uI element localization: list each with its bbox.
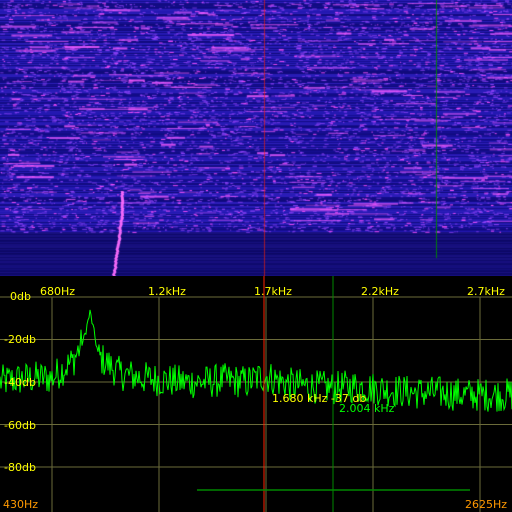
- sdr-audio-display: 0db -20db -40db -60db -80db 680Hz 1.2kHz…: [0, 0, 512, 512]
- waterfall-canvas[interactable]: [0, 0, 512, 276]
- spectrum-grid: [0, 296, 512, 512]
- db-label-minus40: -40db: [4, 376, 36, 389]
- freq-label-2-2khz: 2.2kHz: [361, 285, 399, 298]
- freq-label-1-2khz: 1.2kHz: [148, 285, 186, 298]
- db-label-0: 0db: [10, 290, 31, 303]
- db-label-minus60: -60db: [4, 419, 36, 432]
- spectrum-display[interactable]: 0db -20db -40db -60db -80db 680Hz 1.2kHz…: [0, 276, 512, 512]
- freq-label-1-7khz: 1.7kHz: [254, 285, 292, 298]
- freq-label-680hz: 680Hz: [40, 285, 75, 298]
- range-end-label: 2625Hz: [465, 498, 507, 511]
- db-label-minus80: -80db: [4, 461, 36, 474]
- db-label-minus20: -20db: [4, 333, 36, 346]
- range-start-label: 430Hz: [3, 498, 38, 511]
- spectrum-trace: [0, 309, 512, 412]
- freq-label-2-7khz: 2.7kHz: [467, 285, 505, 298]
- marker-readout: 2.004 kHz: [339, 402, 395, 415]
- waterfall-display[interactable]: [0, 0, 512, 276]
